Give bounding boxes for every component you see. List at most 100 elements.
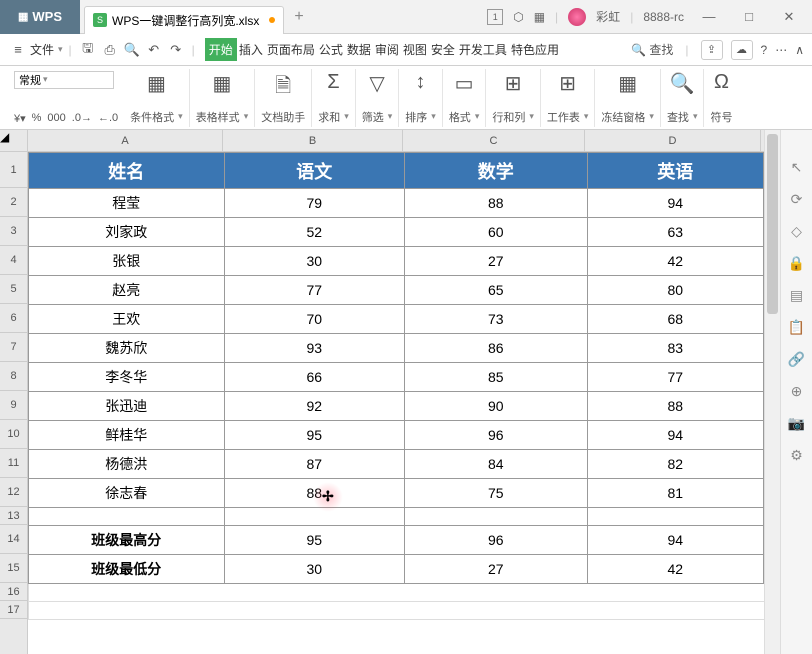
cell[interactable]: 语文 <box>224 153 404 189</box>
row-header-5[interactable]: 5 <box>0 275 27 304</box>
cell[interactable]: 63 <box>587 218 764 247</box>
cell[interactable]: 27 <box>405 247 587 276</box>
row-header-9[interactable]: 9 <box>0 391 27 420</box>
cell[interactable]: 张银 <box>29 247 225 276</box>
doc-helper-icon[interactable]: 🗎 <box>275 71 291 105</box>
cell[interactable]: 87 <box>224 450 404 479</box>
cell[interactable]: 鲜桂华 <box>29 421 225 450</box>
cell[interactable]: 88 <box>405 189 587 218</box>
sort-icon[interactable]: ↕ <box>416 71 426 94</box>
cell[interactable]: 杨德洪 <box>29 450 225 479</box>
cell[interactable]: 83 <box>587 334 764 363</box>
row-header-10[interactable]: 10 <box>0 420 27 449</box>
close-button[interactable]: ✕ <box>774 9 804 25</box>
print-icon[interactable]: ⎙ <box>100 42 120 58</box>
cell[interactable]: 79 <box>224 189 404 218</box>
share-icon[interactable]: ⇪ <box>701 40 723 60</box>
cell[interactable]: 数学 <box>405 153 587 189</box>
cell[interactable]: 92 <box>224 392 404 421</box>
find-icon[interactable]: 🔍 <box>670 71 695 96</box>
cell[interactable] <box>405 584 587 602</box>
cell[interactable]: 68 <box>587 305 764 334</box>
cell[interactable] <box>587 584 764 602</box>
cell[interactable]: 班级最低分 <box>29 555 225 584</box>
cell[interactable]: 96 <box>405 526 587 555</box>
minimize-button[interactable]: — <box>694 9 724 24</box>
col-header-A[interactable]: A <box>28 130 223 151</box>
collapse-ribbon-icon[interactable]: ∧ <box>795 43 804 57</box>
cell[interactable] <box>587 602 764 620</box>
cell[interactable] <box>29 508 225 526</box>
tab-view[interactable]: 视图 <box>401 38 429 61</box>
format-button[interactable]: 格式 <box>449 109 480 125</box>
cell[interactable]: 82 <box>587 450 764 479</box>
cell[interactable]: 60 <box>405 218 587 247</box>
freeze-button[interactable]: 冻结窗格 <box>601 109 654 125</box>
number-format-select[interactable]: 常规 <box>14 71 114 89</box>
new-tab-button[interactable]: + <box>294 8 303 26</box>
more-icon[interactable]: ⋯ <box>775 43 787 57</box>
scrollbar-thumb[interactable] <box>767 134 778 314</box>
cell[interactable]: 30 <box>224 555 404 584</box>
cell[interactable] <box>405 508 587 526</box>
cell[interactable]: 80 <box>587 276 764 305</box>
cell[interactable]: 94 <box>587 526 764 555</box>
cell[interactable] <box>29 602 225 620</box>
cell[interactable] <box>224 584 404 602</box>
cell[interactable]: 65 <box>405 276 587 305</box>
lock-icon[interactable]: 🔒 <box>788 254 806 272</box>
cell[interactable]: 42 <box>587 555 764 584</box>
search-button[interactable]: 🔍 查找 <box>631 41 673 58</box>
tab-formula[interactable]: 公式 <box>317 38 345 61</box>
cell[interactable]: 70 <box>224 305 404 334</box>
camera-icon[interactable]: 📷 <box>788 414 806 432</box>
row-header-13[interactable]: 13 <box>0 507 27 525</box>
cell[interactable]: 95 <box>224 526 404 555</box>
vertical-scrollbar[interactable] <box>764 130 780 654</box>
cell[interactable]: 95 <box>224 421 404 450</box>
style-icon[interactable]: ◇ <box>788 222 806 240</box>
layers-icon[interactable]: ▤ <box>788 286 806 304</box>
row-header-17[interactable]: 17 <box>0 601 27 619</box>
select-tool-icon[interactable]: ↖ <box>788 158 806 176</box>
col-header-B[interactable]: B <box>223 130 403 151</box>
worksheet-button[interactable]: 工作表 <box>547 109 589 125</box>
row-header-12[interactable]: 12 <box>0 478 27 507</box>
sort-button[interactable]: 排序 <box>405 109 436 125</box>
cell[interactable]: 94 <box>587 189 764 218</box>
link-icon[interactable]: 🔗 <box>788 350 806 368</box>
freeze-icon[interactable]: ▦ <box>618 71 637 96</box>
tab-home[interactable]: 开始 <box>205 38 237 61</box>
menu-icon[interactable]: ≡ <box>8 42 28 57</box>
settings-icon[interactable]: ⚙ <box>788 446 806 464</box>
sum-button[interactable]: 求和 <box>318 109 349 125</box>
cell[interactable]: 77 <box>587 363 764 392</box>
cell[interactable]: 程莹 <box>29 189 225 218</box>
filter-icon[interactable]: ▽ <box>369 71 384 96</box>
col-header-C[interactable]: C <box>403 130 585 151</box>
cell[interactable]: 77 <box>224 276 404 305</box>
row-header-15[interactable]: 15 <box>0 554 27 583</box>
cell[interactable]: 81 <box>587 479 764 508</box>
cell[interactable]: 班级最高分 <box>29 526 225 555</box>
cond-fmt-button[interactable]: 条件格式 <box>130 109 183 125</box>
cell[interactable]: 英语 <box>587 153 764 189</box>
cell[interactable]: 王欢 <box>29 305 225 334</box>
tab-dev[interactable]: 开发工具 <box>457 38 509 61</box>
cell[interactable]: 30 <box>224 247 404 276</box>
row-header-14[interactable]: 14 <box>0 525 27 554</box>
column-headers[interactable]: ABCD <box>28 130 764 152</box>
symbol-icon[interactable]: Ω <box>714 71 729 94</box>
redo-icon[interactable]: ↷ <box>166 42 186 58</box>
symbol-button[interactable]: 符号 <box>710 109 732 125</box>
col-header-D[interactable]: D <box>585 130 761 151</box>
clipboard-icon[interactable]: 📋 <box>788 318 806 336</box>
tab-review[interactable]: 审阅 <box>373 38 401 61</box>
find-button[interactable]: 查找 <box>667 109 698 125</box>
comma-icon[interactable]: 000 <box>47 112 65 125</box>
backup-icon[interactable]: ⊕ <box>788 382 806 400</box>
cell[interactable]: 李冬华 <box>29 363 225 392</box>
row-header-7[interactable]: 7 <box>0 333 27 362</box>
cond-fmt-icon[interactable]: ▦ <box>147 71 166 96</box>
cell-grid[interactable]: 姓名语文数学英语程莹798894刘家政526063张银302742赵亮77658… <box>28 152 764 654</box>
